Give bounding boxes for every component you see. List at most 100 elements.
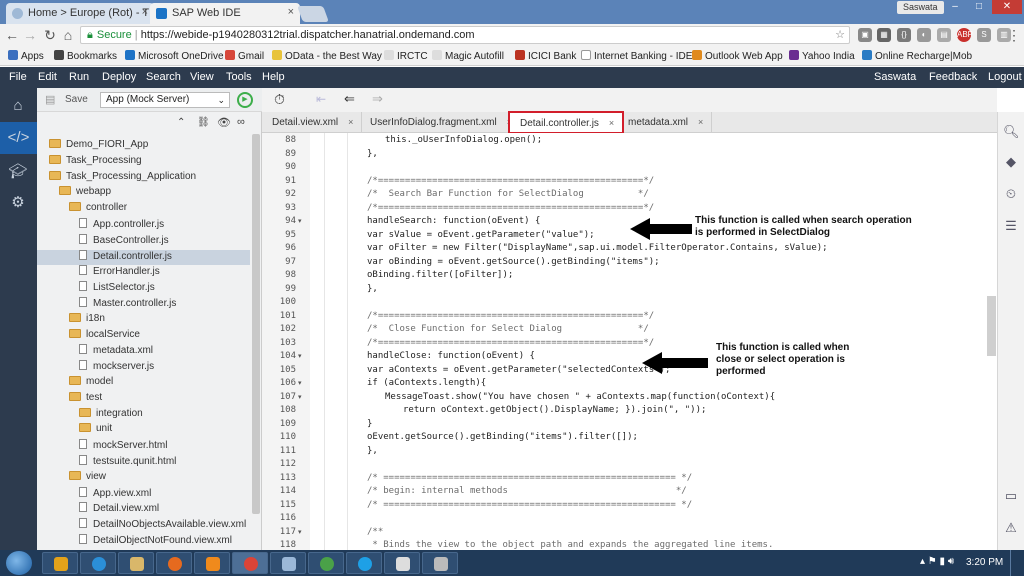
workspace-scrollbar[interactable] xyxy=(252,134,260,514)
tree-folder[interactable]: Task_Processing xyxy=(49,154,142,170)
taskbar-app[interactable] xyxy=(422,552,458,574)
tree-file[interactable]: DetailNoObjectsAvailable.view.xml xyxy=(79,518,246,533)
link-icon[interactable]: ⛓︎ xyxy=(197,117,210,128)
tab-detail-view[interactable]: Detail.view.xml × xyxy=(262,112,363,133)
maximize-icon[interactable]: □ xyxy=(968,0,990,14)
tree-folder[interactable]: view xyxy=(69,470,106,486)
tree-file[interactable]: BaseController.js xyxy=(79,233,169,249)
bookmark-bookmarks[interactable]: Bookmarks xyxy=(54,50,117,62)
bookmark-internet-banking[interactable]: Internet Banking - IDE xyxy=(581,50,692,62)
fold-icon[interactable]: ▾ xyxy=(298,379,302,387)
menu-edit[interactable]: Edit xyxy=(38,71,57,83)
menu-search[interactable]: Search xyxy=(146,71,181,83)
extension-icon[interactable]: ▤ xyxy=(937,28,951,42)
address-bar[interactable]: 🔒︎ Secure | https://webide-p1940280312tri… xyxy=(80,26,850,44)
glasses-icon[interactable]: ∞ xyxy=(237,116,245,128)
eye-icon[interactable]: 👁︎ xyxy=(217,116,231,129)
taskbar-vlc[interactable] xyxy=(194,552,230,574)
back-icon[interactable]: ← xyxy=(4,27,20,43)
bookmark-magic-autofill[interactable]: Magic Autofill xyxy=(432,50,504,62)
tree-folder[interactable]: Task_Processing_Application xyxy=(49,170,196,186)
tree-file[interactable]: App.view.xml xyxy=(79,486,151,502)
user-name[interactable]: Saswata xyxy=(874,71,916,83)
code-icon[interactable]: </> xyxy=(0,122,37,154)
tree-folder[interactable]: model xyxy=(69,376,113,391)
taskbar-ie[interactable] xyxy=(80,552,116,574)
star-icon[interactable]: ☆ xyxy=(835,27,845,43)
outline-icon[interactable]: ☰ xyxy=(1003,218,1019,234)
menu-view[interactable]: View xyxy=(190,71,214,83)
gear-icon[interactable]: ⚙ xyxy=(8,193,28,213)
extension-icon[interactable]: ▣ xyxy=(858,28,872,42)
tree-folder[interactable]: Demo_FIORI_App xyxy=(49,139,148,154)
bookmark-recharge[interactable]: Online Recharge|Mob xyxy=(862,50,972,62)
close-icon[interactable]: × xyxy=(348,117,353,127)
close-icon[interactable]: × xyxy=(609,118,614,128)
extension-icon[interactable]: ◐ xyxy=(917,28,931,42)
fold-icon[interactable]: ▾ xyxy=(298,528,302,536)
taskbar-app[interactable] xyxy=(270,552,306,574)
code-editor[interactable]: 88 89 90 91 92 93 94 ▾ 95 96 97 98 99 100 101 102 103 104… xyxy=(262,133,997,550)
close-icon[interactable]: × xyxy=(142,6,148,18)
close-icon[interactable]: × xyxy=(698,117,703,127)
tree-folder[interactable]: controller xyxy=(69,202,127,217)
tree-folder[interactable]: integration xyxy=(79,407,143,423)
back-icon[interactable]: ⇐ xyxy=(344,91,355,107)
taskbar-explorer[interactable] xyxy=(118,552,154,574)
tree-folder[interactable]: webapp xyxy=(59,186,111,201)
menu-dots-icon[interactable]: ⋮ xyxy=(1006,27,1022,44)
home-icon[interactable]: ⌂ xyxy=(8,96,28,116)
taskbar-app[interactable] xyxy=(384,552,420,574)
menu-file[interactable]: File xyxy=(9,71,27,83)
start-button[interactable] xyxy=(6,551,32,575)
menu-deploy[interactable]: Deploy xyxy=(102,71,136,83)
search-icon[interactable]: 🔍︎ xyxy=(1003,124,1020,140)
reload-icon[interactable]: ↻ xyxy=(42,27,58,44)
bookmark-odata[interactable]: OData - the Best Way xyxy=(272,50,382,62)
git-icon[interactable]: ◆ xyxy=(1003,154,1019,170)
tray-icons[interactable]: ▴ ⚑ ▮ 🔊︎ xyxy=(920,556,954,567)
tree-file[interactable]: ListSelector.js xyxy=(79,281,155,296)
tab-metadata[interactable]: metadata.xml × xyxy=(618,112,713,133)
forward-icon[interactable]: → xyxy=(22,27,38,43)
tab-userinfo-fragment[interactable]: UserInfoDialog.fragment.xml× xyxy=(360,112,521,133)
tree-file[interactable]: App.controller.js xyxy=(79,218,164,233)
chrome-user-badge[interactable]: Saswata xyxy=(897,1,944,14)
bookmark-apps[interactable]: Apps xyxy=(8,50,44,62)
tree-file[interactable]: metadata.xml xyxy=(79,344,153,359)
taskbar-skype[interactable] xyxy=(346,552,382,574)
bookmark-irctc[interactable]: IRCTC xyxy=(384,50,428,62)
extension-icon[interactable]: {} xyxy=(897,28,911,42)
previous-change-icon[interactable]: ⇤ xyxy=(316,92,326,106)
feedback-link[interactable]: Feedback xyxy=(929,71,977,83)
adblock-icon[interactable]: ABP xyxy=(957,28,973,42)
tree-file[interactable]: Master.controller.js xyxy=(79,297,176,312)
bookmark-onedrive[interactable]: Microsoft OneDrive xyxy=(125,50,224,62)
tree-folder[interactable]: test xyxy=(69,391,102,407)
bookmark-gmail[interactable]: Gmail xyxy=(225,50,264,62)
taskbar-firefox[interactable] xyxy=(156,552,192,574)
forward-icon[interactable]: ⇒ xyxy=(372,91,383,107)
history-icon[interactable]: ⏲︎ xyxy=(1003,186,1019,202)
history-icon[interactable]: ⏱︎ xyxy=(274,91,285,108)
extension-icon[interactable]: ▦ xyxy=(877,28,891,42)
fold-icon[interactable]: ▾ xyxy=(298,352,302,360)
fold-icon[interactable]: ▾ xyxy=(298,217,302,225)
close-icon[interactable]: × xyxy=(288,6,294,18)
logout-link[interactable]: Logout xyxy=(988,71,1022,83)
home-icon[interactable]: ⌂ xyxy=(60,27,76,43)
console-icon[interactable]: ▭ xyxy=(1003,488,1019,504)
new-tab-button[interactable] xyxy=(297,6,329,22)
show-desktop-button[interactable] xyxy=(1010,550,1024,576)
graduation-cap-icon[interactable]: 🎓︎ xyxy=(8,162,28,182)
menu-tools[interactable]: Tools xyxy=(226,71,252,83)
taskbar-clock[interactable]: 3:20 PM xyxy=(966,557,1003,568)
tree-file[interactable]: mockserver.js xyxy=(79,360,154,375)
save-icon[interactable]: ▤ xyxy=(45,93,55,106)
tree-file[interactable]: Detail.view.xml xyxy=(79,502,159,517)
tree-file[interactable]: ErrorHandler.js xyxy=(79,265,160,280)
menu-help[interactable]: Help xyxy=(262,71,285,83)
tree-folder[interactable]: i18n xyxy=(69,312,105,328)
run-config-select[interactable]: App (Mock Server) ⌄ xyxy=(100,92,230,108)
taskbar-app[interactable] xyxy=(308,552,344,574)
